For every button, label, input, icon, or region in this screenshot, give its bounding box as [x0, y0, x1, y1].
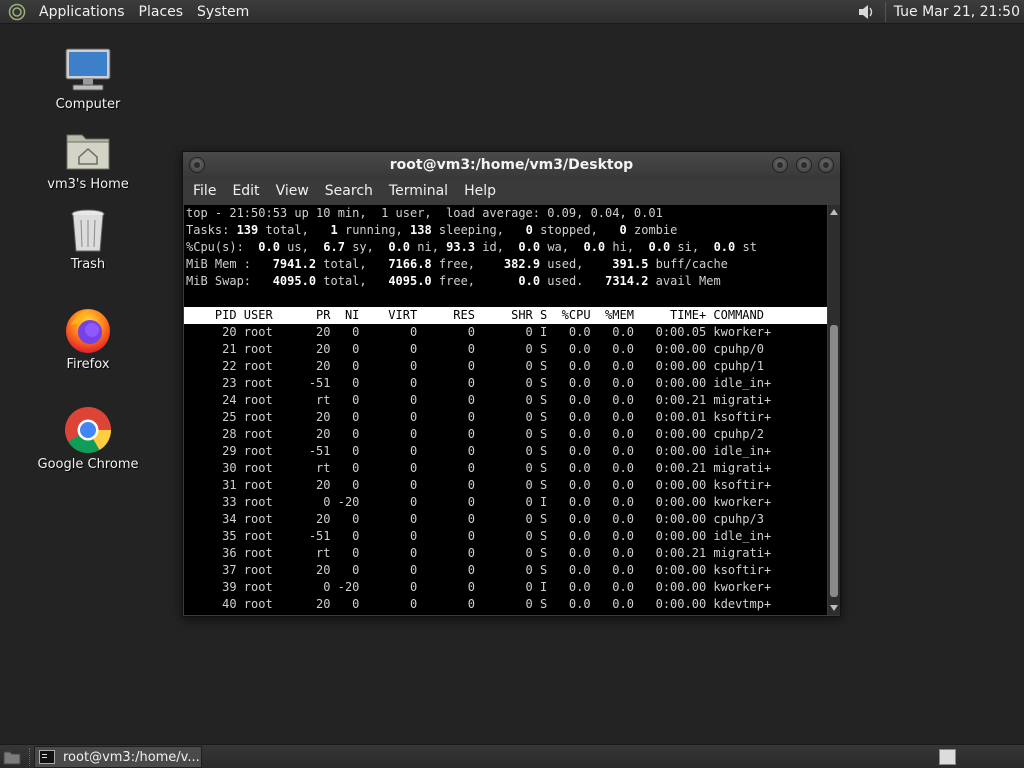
scroll-down-icon[interactable]: [830, 605, 838, 611]
desktop-icon-firefox[interactable]: Firefox: [33, 304, 143, 372]
process-row: 31 root 20 0 0 0 0 S 0.0 0.0 0:00.00 kso…: [186, 478, 772, 492]
top-tasks-line: Tasks: 139 total, 1 running, 138 sleepin…: [186, 223, 678, 237]
applications-menu[interactable]: Applications: [32, 0, 132, 24]
minimize-button[interactable]: [772, 157, 788, 173]
menu-edit[interactable]: Edit: [224, 178, 267, 205]
terminal-menubar: File Edit View Search Terminal Help: [183, 178, 840, 205]
terminal-scrollbar[interactable]: [828, 205, 840, 615]
top-swap-line: MiB Swap: 4095.0 total, 4095.0 free, 0.0…: [186, 274, 721, 288]
top-uptime-line: top - 21:50:53 up 10 min, 1 user, load a…: [186, 206, 663, 220]
process-row: 40 root 20 0 0 0 0 S 0.0 0.0 0:00.00 kde…: [186, 597, 772, 611]
process-row: 37 root 20 0 0 0 0 S 0.0 0.0 0:00.00 kso…: [186, 563, 772, 577]
bottom-panel: root@vm3:/home/v...: [0, 744, 1024, 768]
process-row: 39 root 0 -20 0 0 0 I 0.0 0.0 0:00.00 kw…: [186, 580, 772, 594]
volume-icon[interactable]: [855, 1, 877, 23]
window-title: root@vm3:/home/vm3/Desktop: [389, 157, 634, 173]
menu-file[interactable]: File: [185, 178, 224, 205]
desktop-icon-home[interactable]: vm3's Home: [33, 124, 143, 192]
process-row: 24 root rt 0 0 0 0 S 0.0 0.0 0:00.21 mig…: [186, 393, 772, 407]
process-row: 30 root rt 0 0 0 0 S 0.0 0.0 0:00.21 mig…: [186, 461, 772, 475]
desktop-icon-label: Trash: [70, 257, 106, 272]
top-mem-line: MiB Mem : 7941.2 total, 7166.8 free, 382…: [186, 257, 728, 271]
show-desktop-icon[interactable]: [3, 748, 21, 766]
distro-logo-icon[interactable]: [6, 1, 28, 23]
process-row: 33 root 0 -20 0 0 0 I 0.0 0.0 0:00.00 kw…: [186, 495, 772, 509]
desktop-icon-computer[interactable]: Computer: [33, 44, 143, 112]
terminal-window[interactable]: root@vm3:/home/vm3/Desktop File Edit Vie…: [182, 151, 841, 617]
terminal-output[interactable]: top - 21:50:53 up 10 min, 1 user, load a…: [184, 205, 827, 615]
process-table: 20 root 20 0 0 0 0 I 0.0 0.0 0:00.05 kwo…: [186, 324, 827, 613]
desktop-icon-label: Google Chrome: [37, 457, 139, 472]
process-row: 28 root 20 0 0 0 0 S 0.0 0.0 0:00.00 cpu…: [186, 427, 764, 441]
desktop-icon-chrome[interactable]: Google Chrome: [33, 404, 143, 472]
process-row: 22 root 20 0 0 0 0 S 0.0 0.0 0:00.00 cpu…: [186, 359, 764, 373]
desktop-icon-label: Computer: [55, 97, 121, 112]
menu-terminal[interactable]: Terminal: [381, 178, 456, 205]
top-panel: Applications Places System Tue Mar 21, 2…: [0, 0, 1024, 24]
window-menu-button[interactable]: [189, 157, 205, 173]
clock[interactable]: Tue Mar 21, 21:50: [894, 4, 1020, 20]
process-row: 21 root 20 0 0 0 0 S 0.0 0.0 0:00.00 cpu…: [186, 342, 764, 356]
process-row: 20 root 20 0 0 0 0 I 0.0 0.0 0:00.05 kwo…: [186, 325, 772, 339]
firefox-icon: [62, 304, 114, 356]
home-folder-icon: [62, 124, 114, 176]
scroll-up-icon[interactable]: [830, 209, 838, 215]
taskbar-item-label: root@vm3:/home/v...: [63, 749, 200, 765]
system-menu[interactable]: System: [190, 0, 256, 24]
menu-search[interactable]: Search: [317, 178, 381, 205]
top-cpu-line: %Cpu(s): 0.0 us, 6.7 sy, 0.0 ni, 93.3 id…: [186, 240, 757, 254]
process-row: 23 root -51 0 0 0 0 S 0.0 0.0 0:00.00 id…: [186, 376, 772, 390]
maximize-button[interactable]: [796, 157, 812, 173]
places-menu[interactable]: Places: [132, 0, 191, 24]
scrollbar-thumb[interactable]: [830, 325, 838, 597]
process-row: 35 root -51 0 0 0 0 S 0.0 0.0 0:00.00 id…: [186, 529, 772, 543]
chrome-icon: [62, 404, 114, 456]
desktop-icon-trash[interactable]: Trash: [33, 204, 143, 272]
workspace-switcher[interactable]: [939, 749, 956, 765]
menu-view[interactable]: View: [268, 178, 317, 205]
menu-help[interactable]: Help: [456, 178, 504, 205]
process-table-header: PID USER PR NI VIRT RES SHR S %CPU %MEM …: [184, 307, 827, 324]
trash-icon: [62, 204, 114, 256]
terminal-icon: [39, 750, 55, 764]
process-row: 34 root 20 0 0 0 0 S 0.0 0.0 0:00.00 cpu…: [186, 512, 764, 526]
computer-icon: [62, 44, 114, 96]
process-row: 25 root 20 0 0 0 0 S 0.0 0.0 0:00.01 kso…: [186, 410, 772, 424]
desktop-icon-label: Firefox: [66, 357, 110, 372]
window-titlebar[interactable]: root@vm3:/home/vm3/Desktop: [183, 152, 840, 178]
taskbar-item-terminal[interactable]: root@vm3:/home/v...: [34, 746, 202, 768]
process-row: 29 root -51 0 0 0 0 S 0.0 0.0 0:00.00 id…: [186, 444, 772, 458]
process-row: 36 root rt 0 0 0 0 S 0.0 0.0 0:00.21 mig…: [186, 546, 772, 560]
desktop-icon-label: vm3's Home: [47, 177, 129, 192]
close-button[interactable]: [818, 157, 834, 173]
